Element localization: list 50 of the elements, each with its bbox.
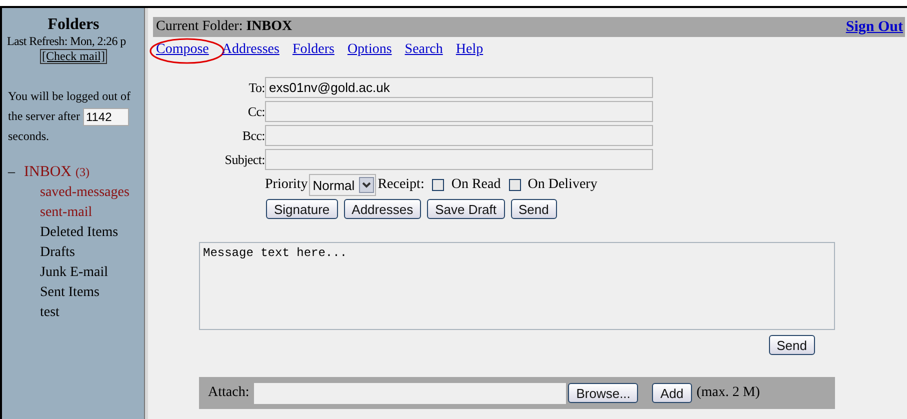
input-field[interactable] (265, 101, 653, 122)
checkbox[interactable] (508, 179, 521, 191)
logout-text: You will be logged out of (8, 88, 130, 105)
checkbox[interactable] (432, 179, 444, 191)
add-button[interactable]: Add (652, 383, 692, 403)
size-limit-text: (max. 2 M) (696, 385, 760, 401)
folder-link[interactable]: test (40, 305, 60, 320)
field-label: To: (248, 79, 265, 97)
field-label: Subject: (224, 151, 265, 169)
attach-label: Attach: (208, 385, 250, 401)
file-field[interactable] (254, 382, 566, 404)
folder-link[interactable]: saved-messages (40, 185, 130, 200)
folder-link[interactable]: Sent Items (40, 285, 100, 300)
input-field[interactable]: exs01nv@gold.ac.uk (265, 77, 653, 98)
form-button[interactable]: Save Draft (427, 199, 504, 219)
form-button[interactable]: Send (510, 199, 557, 219)
folder-link[interactable]: Deleted Items (40, 225, 118, 240)
collapse-toggle[interactable]: – (8, 163, 24, 184)
priority-label: Priority (265, 177, 308, 193)
input-field[interactable] (265, 125, 653, 146)
nav-link[interactable]: Search (404, 42, 443, 57)
check-mail-link[interactable]: [Check mail] (40, 49, 107, 64)
send-button[interactable]: Send (768, 335, 815, 355)
folder-link[interactable]: INBOX (24, 164, 72, 180)
caret-icon (358, 177, 374, 193)
priority-dropdown[interactable]: Normal (308, 174, 376, 196)
folder-link[interactable]: Junk E-mail (40, 265, 108, 280)
browse-button[interactable]: Browse... (568, 383, 638, 403)
sign-out-link[interactable]: Sign Out (846, 18, 903, 36)
last-refresh-text: Last Refresh: Mon, 2:26 p (7, 34, 126, 49)
message-field[interactable]: Message text here... (199, 242, 835, 330)
receipt-label: Receipt: (378, 177, 424, 193)
unread-count: (3) (76, 165, 90, 180)
nav-link[interactable]: Folders (292, 42, 334, 57)
input-field[interactable] (265, 149, 653, 170)
checkbox-label: On Delivery (528, 177, 598, 193)
field-label: Cc: (246, 103, 265, 121)
nav-link[interactable]: Help (456, 42, 484, 57)
sidebar-title: Folders (48, 16, 100, 34)
field-label: Bcc: (241, 127, 265, 145)
logout-text: the server after (8, 109, 80, 123)
form-button[interactable]: Addresses (344, 199, 422, 219)
checkbox-label: On Read (451, 177, 501, 193)
seconds-field[interactable]: 1142 (82, 108, 129, 126)
nav-link[interactable]: Options (347, 42, 392, 57)
form-button[interactable]: Signature (266, 199, 338, 219)
seconds-label: seconds. (8, 129, 49, 144)
folder-link[interactable]: sent-mail (40, 205, 92, 220)
current-folder-label: Current Folder: INBOX (156, 19, 292, 35)
folder-link[interactable]: Drafts (40, 245, 75, 260)
